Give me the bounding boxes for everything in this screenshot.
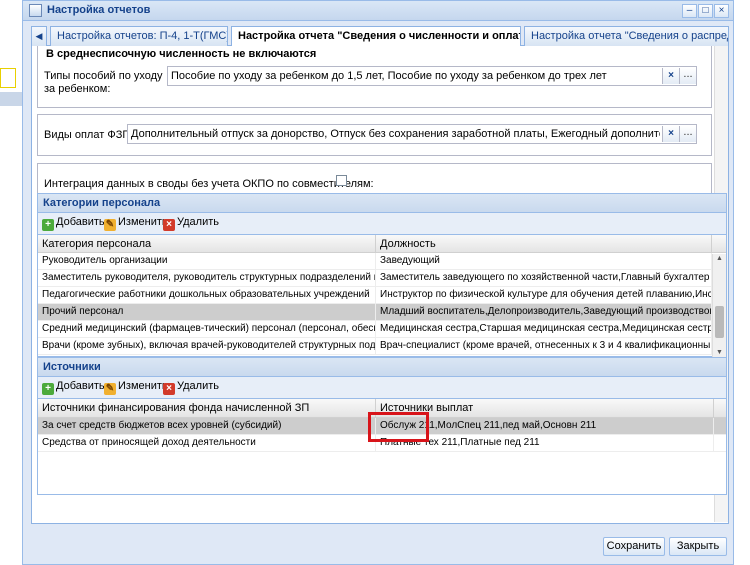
dialog-footer: Сохранить Закрыть [23,529,733,565]
close-button[interactable]: Закрыть [669,537,727,556]
benefit-types-label: Типы пособий по уходу за ребенком: [44,70,163,95]
delete-label: Удалить [177,380,219,392]
table-cell: Руководитель организации [38,253,376,270]
delete-icon: × [163,383,175,395]
categories-toolbar: + Добавить ✎ Изменить × Удалить [38,213,726,235]
integration-label: Интеграция данных в своды без учета ОКПО… [44,178,374,190]
background-left-panel [0,0,24,565]
exclude-fieldset: В среднесписочную численность не включаю… [37,46,712,108]
edit-label: Изменить [118,216,168,228]
tab-content: В среднесписочную численность не включаю… [31,46,729,524]
sources-title: Источники [38,358,726,377]
edit-icon: ✎ [104,383,116,395]
table-cell: Средний медицинский (фармацев-тический) … [38,321,376,338]
table-cell: Медицинская сестра,Старшая медицинская с… [376,321,712,338]
table-row[interactable]: Педагогические работники дошкольных обра… [38,287,726,304]
browse-icon[interactable]: ... [679,126,696,142]
background-input [0,68,16,88]
edit-icon: ✎ [104,219,116,231]
tab-distribution-settings[interactable]: Настройка отчета "Сведения о распределен… [524,26,729,46]
categories-delete-button[interactable]: × Удалить [163,216,219,232]
sources-panel: Источники + Добавить ✎ Изменить × Удалить И… [37,357,727,495]
integration-fieldset: Интеграция данных в своды без учета ОКПО… [37,163,712,193]
add-label: Добавить [56,380,105,392]
highlight-box [368,412,429,442]
table-cell: Врачи (кроме зубных), включая врачей-рук… [38,338,376,355]
table-cell: Заместитель заведующего по хозяйственной… [376,270,712,287]
edit-label: Изменить [118,380,168,392]
table-cell: Заместитель руководителя, руководитель с… [38,270,376,287]
table-row[interactable]: Врачи (кроме зубных), включая врачей-рук… [38,338,726,355]
table-cell: Средства от приносящей доход деятельност… [38,435,376,452]
integration-checkbox[interactable] [336,175,347,186]
categories-add-button[interactable]: + Добавить [42,216,105,232]
clear-icon[interactable]: × [662,126,679,142]
scroll-thumb[interactable] [715,306,724,338]
maximize-icon[interactable]: □ [698,4,713,18]
scroll-up-icon[interactable]: ▲ [716,255,723,262]
benefit-types-field[interactable]: Пособие по уходу за ребенком до 1,5 лет,… [167,66,697,86]
tab-strip: ◀ Настройка отчетов: П-4, 1-Т(ГМС), 1-Т … [31,25,729,47]
add-icon: + [42,219,54,231]
categories-scrollbar[interactable]: ▲ ▼ [712,254,726,357]
table-cell: Прочий персонал [38,304,376,321]
benefit-types-value: Пособие по уходу за ребенком до 1,5 лет,… [171,70,607,82]
table-cell: Педагогические работники дошкольных обра… [38,287,376,304]
table-cell: За счет средств бюджетов всех уровней (с… [38,418,376,435]
tab-scroll-left-icon[interactable]: ◀ [31,26,47,46]
sources-edit-button[interactable]: ✎ Изменить [104,380,168,396]
delete-icon: × [163,219,175,231]
window-title: Настройка отчетов [47,4,151,16]
table-row[interactable]: Средний медицинский (фармацев-тический) … [38,321,726,338]
background-row [0,92,24,106]
sources-add-button[interactable]: + Добавить [42,380,105,396]
categories-grid-header: Категория персонала Должность [38,235,726,253]
tab-staff-salary-settings[interactable]: Настройка отчета "Сведения о численности… [231,26,521,47]
table-cell: Младший воспитатель,Делопроизводитель,За… [376,304,712,321]
background-right-panel [732,0,750,565]
table-row[interactable]: Руководитель организации Заведующий [38,253,726,270]
table-row[interactable]: Прочий персонал Младший воспитатель,Делоп… [38,304,726,321]
clear-icon[interactable]: × [662,68,679,84]
fzp-label: Виды оплат ФЗП: [44,129,134,141]
delete-label: Удалить [177,216,219,228]
table-cell: Инструктор по физической культуре для об… [376,287,712,304]
exclude-legend: В среднесписочную численность не включаю… [46,48,317,60]
tab-p4-settings[interactable]: Настройка отчетов: П-4, 1-Т(ГМС), 1-Т [50,26,228,46]
column-header[interactable]: Источники финансирования фонда начисленн… [38,399,376,417]
categories-grid-body: Руководитель организации Заведующий Замест… [38,253,726,355]
table-cell: Заведующий [376,253,712,270]
minimize-icon[interactable]: – [682,4,697,18]
browse-icon[interactable]: ... [679,68,696,84]
window-titlebar: Настройка отчетов – □ × [23,1,733,21]
add-label: Добавить [56,216,105,228]
fzp-value: Дополнительный отпуск за донорство, Отпу… [131,128,660,140]
categories-panel: Категории персонала + Добавить ✎ Изменить … [37,193,727,357]
fzp-fieldset: Виды оплат ФЗП: Дополнительный отпуск за… [37,114,712,156]
scroll-down-icon[interactable]: ▼ [716,349,723,356]
categories-title: Категории персонала [38,194,726,213]
fzp-field[interactable]: Дополнительный отпуск за донорство, Отпу… [127,124,697,144]
table-cell: Врач-специалист (кроме врачей, отнесенны… [376,338,712,355]
close-icon[interactable]: × [714,4,729,18]
add-icon: + [42,383,54,395]
column-header[interactable]: Должность [376,235,712,253]
sources-toolbar: + Добавить ✎ Изменить × Удалить [38,377,726,399]
report-settings-window: Настройка отчетов – □ × ◀ Настройка отче… [22,0,734,565]
column-header[interactable]: Категория персонала [38,235,376,253]
categories-edit-button[interactable]: ✎ Изменить [104,216,168,232]
sources-delete-button[interactable]: × Удалить [163,380,219,396]
table-row[interactable]: Заместитель руководителя, руководитель с… [38,270,726,287]
save-button[interactable]: Сохранить [603,537,665,556]
window-icon [29,4,42,17]
